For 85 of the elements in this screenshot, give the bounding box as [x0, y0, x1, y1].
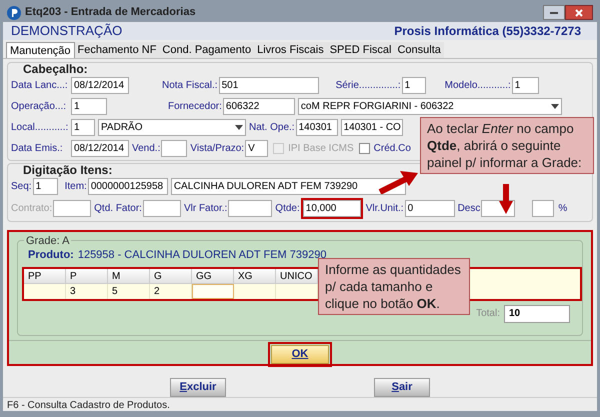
callout: Ao teclar Enter no campo Qtde, abrirá o seguinte painel p/ informar a Grade: [420, 117, 594, 174]
column-header: PP [24, 268, 66, 284]
tab[interactable]: SPED Fiscal [326, 42, 394, 58]
column-header: P [66, 268, 108, 284]
product-label: Produto: [28, 248, 74, 263]
status-bar: F6 - Consulta Cadastro de Produtos. [3, 397, 597, 411]
group-title: Digitação Itens: [23, 163, 112, 177]
field-label: Data Emis.: [11, 142, 64, 156]
input-field[interactable]: 501 [218, 77, 319, 94]
column-header: GG [192, 268, 234, 284]
field-label: Vlr Fator.: [184, 202, 228, 216]
field-label: Fornecedor: [168, 100, 223, 114]
vendor-info: Prosis Informática (55)3332-7273 [394, 23, 581, 40]
dropdown-arrow-icon [235, 125, 243, 130]
checkbox[interactable] [358, 143, 370, 154]
quantity-cell[interactable]: 3 [66, 284, 108, 298]
checkbox-label: Créd.Co [374, 142, 411, 156]
action-button[interactable]: Excluir [170, 378, 226, 397]
input-field[interactable]: 1 [512, 77, 539, 94]
input-field[interactable]: 0 [404, 200, 455, 217]
input-field[interactable]: 1 [402, 77, 426, 94]
checkbox-label: IPI Base ICMS [288, 142, 354, 156]
input-field[interactable] [142, 200, 181, 217]
action-button[interactable]: Sair [374, 378, 430, 397]
field-label: Desc [458, 202, 482, 216]
close-button[interactable] [565, 5, 593, 20]
field-label: Item: [64, 180, 88, 194]
input-field[interactable]: 0000000125958 [88, 178, 168, 195]
company-name: DEMONSTRAÇÃO [11, 22, 122, 40]
close-icon [575, 8, 583, 16]
tab[interactable]: Manutenção [6, 42, 75, 58]
app-logo-icon [7, 6, 21, 20]
input-field[interactable]: 10,000 [302, 200, 361, 217]
input-field[interactable] [532, 200, 554, 217]
field-label: Contrato: [11, 202, 54, 216]
input-field[interactable] [228, 200, 272, 217]
field-label: Vlr.Unit.: [366, 202, 405, 216]
input-field[interactable]: 606322 [222, 98, 295, 115]
unit-label: % [558, 202, 568, 216]
input-field[interactable]: 1 [32, 178, 58, 195]
field-label: Qtd. Fator: [94, 202, 143, 216]
dropdown-field[interactable]: coM REPR FORGIARINI - 606322 [298, 98, 562, 115]
ok-button[interactable]: OK [271, 345, 329, 364]
input-field[interactable]: 08/12/2014 [71, 140, 129, 157]
arrow-icon [499, 184, 513, 214]
field-label: Data Lanc...: [11, 79, 69, 93]
total-label: Total: [476, 307, 500, 321]
input-field[interactable]: 1 [71, 98, 107, 115]
field-label: Operação...: [11, 100, 68, 114]
tab[interactable]: Livros Fiscais [254, 42, 327, 58]
column-header: XG [234, 268, 276, 284]
field-label: Nota Fiscal.: [162, 79, 219, 93]
dropdown-arrow-icon [550, 104, 559, 109]
minimize-button[interactable] [543, 5, 565, 20]
input-field[interactable]: 08/12/2014 [71, 77, 129, 94]
input-field[interactable]: 140301 - CO [340, 119, 403, 136]
field-label: Série..............: [336, 79, 402, 93]
column-header: G [150, 268, 192, 284]
arrow-icon [378, 170, 418, 194]
quantity-cell[interactable]: 5 [108, 284, 150, 298]
tab[interactable]: Fechamento NF [74, 42, 160, 58]
field-label: Seq: [11, 180, 33, 194]
input-field[interactable]: V [245, 140, 268, 157]
input-field[interactable]: 140301 [296, 119, 338, 136]
input-field[interactable] [53, 200, 92, 217]
field-label: Vista/Prazo: [190, 142, 246, 156]
total-field: 10 [504, 304, 570, 322]
field-label: Nat. Ope.: [249, 121, 296, 135]
dropdown-field[interactable]: PADRÃO [98, 119, 246, 136]
tab[interactable]: Cond. Pagamento [159, 42, 254, 58]
field-label: Local...........: [11, 121, 70, 135]
input-field[interactable]: 1 [71, 119, 95, 136]
callout: Informe as quantidades p/ cada tamanho e clique no botão OK. [318, 258, 470, 315]
quantity-cell[interactable] [192, 284, 234, 298]
input-field[interactable]: CALCINHA DULOREN ADT FEM 739290 [170, 178, 406, 195]
column-header: UNICO [276, 268, 318, 284]
field-label: Modelo...........: [444, 79, 512, 93]
group-title: Cabeçalho: [23, 62, 88, 76]
field-label: Vend.: [132, 142, 162, 156]
field-label: Qtde: [275, 202, 301, 216]
minimize-icon [550, 12, 558, 14]
input-field[interactable] [161, 140, 188, 157]
tab[interactable]: Consulta [394, 42, 444, 58]
column-header: M [108, 268, 150, 284]
window-title: Etq203 - Entrada de Mercadorias [25, 5, 196, 20]
